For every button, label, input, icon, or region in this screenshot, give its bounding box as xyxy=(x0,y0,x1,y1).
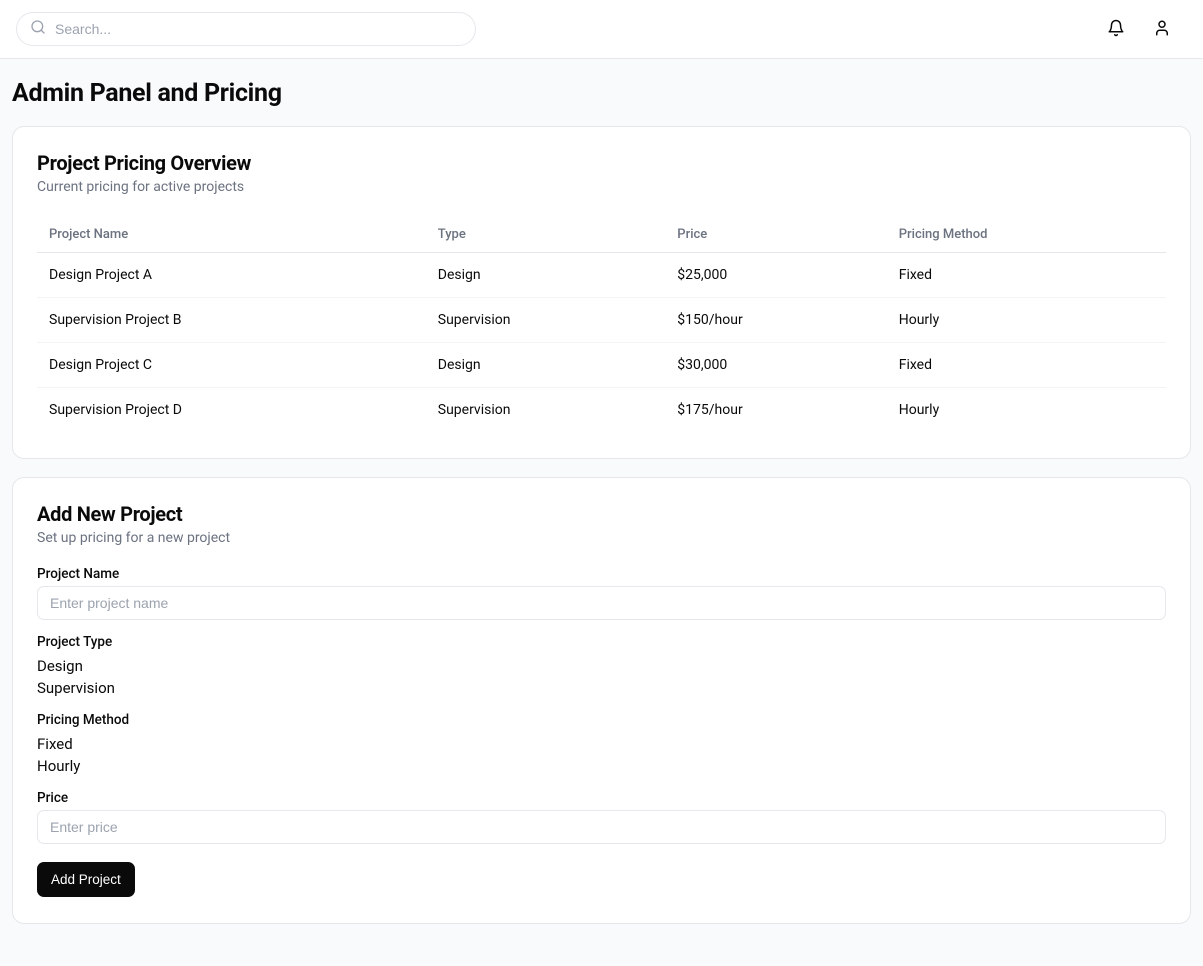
cell-name: Supervision Project D xyxy=(37,388,426,433)
table-row: Supervision Project B Supervision $150/h… xyxy=(37,298,1166,343)
cell-method: Fixed xyxy=(887,343,1166,388)
add-project-button[interactable]: Add Project xyxy=(37,862,135,897)
method-options: Fixed Hourly xyxy=(37,734,1166,776)
cell-price: $150/hour xyxy=(665,298,886,343)
field-project-type: Project Type Design Supervision xyxy=(37,634,1166,698)
cell-price: $175/hour xyxy=(665,388,886,433)
table-row: Design Project A Design $25,000 Fixed xyxy=(37,253,1166,298)
label-price: Price xyxy=(37,790,1166,806)
search-container xyxy=(16,12,476,46)
pricing-table: Project Name Type Price Pricing Method D… xyxy=(37,217,1166,432)
cell-type: Design xyxy=(426,253,666,298)
page-title: Admin Panel and Pricing xyxy=(12,79,1191,108)
card-title: Add New Project xyxy=(37,502,1166,526)
cell-name: Design Project C xyxy=(37,343,426,388)
search-input[interactable] xyxy=(16,12,476,46)
type-options: Design Supervision xyxy=(37,656,1166,698)
field-pricing-method: Pricing Method Fixed Hourly xyxy=(37,712,1166,776)
card-title: Project Pricing Overview xyxy=(37,151,1166,175)
cell-name: Design Project A xyxy=(37,253,426,298)
method-option-fixed[interactable]: Fixed xyxy=(37,734,1166,754)
cell-type: Supervision xyxy=(426,388,666,433)
label-pricing-method: Pricing Method xyxy=(37,712,1166,728)
bell-icon xyxy=(1107,19,1125,40)
cell-method: Hourly xyxy=(887,298,1166,343)
col-type: Type xyxy=(426,217,666,253)
cell-price: $25,000 xyxy=(665,253,886,298)
cell-type: Design xyxy=(426,343,666,388)
label-project-name: Project Name xyxy=(37,566,1166,582)
label-project-type: Project Type xyxy=(37,634,1166,650)
col-price: Price xyxy=(665,217,886,253)
cell-name: Supervision Project B xyxy=(37,298,426,343)
col-method: Pricing Method xyxy=(887,217,1166,253)
notifications-button[interactable] xyxy=(1103,15,1129,44)
user-icon xyxy=(1153,19,1171,40)
cell-price: $30,000 xyxy=(665,343,886,388)
user-profile-button[interactable] xyxy=(1149,15,1175,44)
card-subtitle: Current pricing for active projects xyxy=(37,179,1166,195)
cell-method: Fixed xyxy=(887,253,1166,298)
table-row: Supervision Project D Supervision $175/h… xyxy=(37,388,1166,433)
cell-type: Supervision xyxy=(426,298,666,343)
field-project-name: Project Name xyxy=(37,566,1166,620)
header-actions xyxy=(1103,15,1187,44)
top-header xyxy=(0,0,1203,59)
add-project-card: Add New Project Set up pricing for a new… xyxy=(12,477,1191,924)
input-price[interactable] xyxy=(37,810,1166,844)
cell-method: Hourly xyxy=(887,388,1166,433)
col-project-name: Project Name xyxy=(37,217,426,253)
table-row: Design Project C Design $30,000 Fixed xyxy=(37,343,1166,388)
method-option-hourly[interactable]: Hourly xyxy=(37,756,1166,776)
type-option-design[interactable]: Design xyxy=(37,656,1166,676)
add-project-form: Project Name Project Type Design Supervi… xyxy=(37,566,1166,897)
page-content: Admin Panel and Pricing Project Pricing … xyxy=(0,59,1203,966)
pricing-overview-card: Project Pricing Overview Current pricing… xyxy=(12,126,1191,459)
input-project-name[interactable] xyxy=(37,586,1166,620)
field-price: Price xyxy=(37,790,1166,844)
type-option-supervision[interactable]: Supervision xyxy=(37,678,1166,698)
card-subtitle: Set up pricing for a new project xyxy=(37,530,1166,546)
